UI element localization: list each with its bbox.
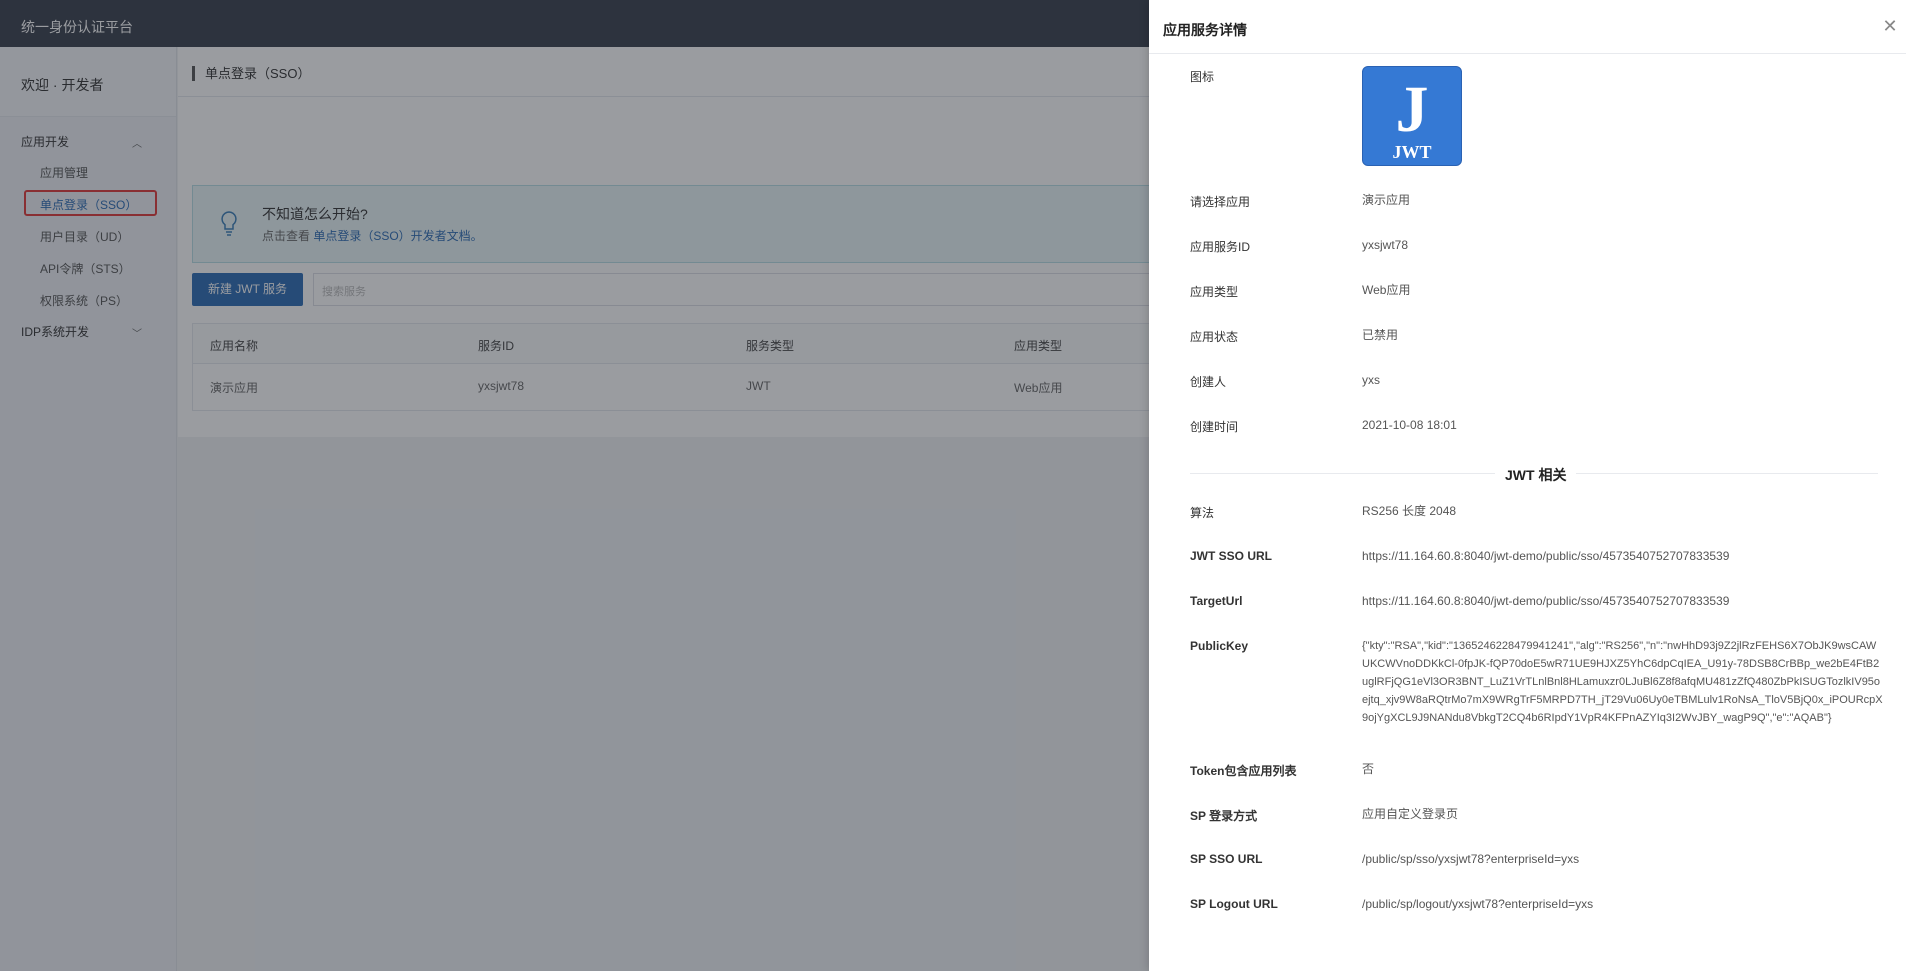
close-icon[interactable]: ✕ — [1880, 16, 1900, 36]
icon-text: JWT — [1392, 142, 1432, 162]
field-label: 应用服务ID — [1190, 240, 1251, 254]
field-label: JWT SSO URL — [1190, 549, 1273, 563]
field-value: 演示应用 — [1362, 193, 1411, 207]
field-value: Web应用 — [1362, 283, 1411, 297]
status-value: 已禁用 — [1362, 328, 1399, 342]
field-value: 2021-10-08 18:01 — [1362, 418, 1457, 432]
field-label: 算法 — [1190, 506, 1215, 520]
icon-letter: J — [1395, 73, 1429, 146]
service-detail-drawer: 应用服务详情 ✕ 图标 J JWT 请选择应用 演示应用 应用服务ID yxsj… — [1149, 0, 1906, 971]
field-label: Token包含应用列表 — [1190, 764, 1297, 778]
drawer-header: 应用服务详情 ✕ — [1149, 0, 1906, 54]
field-label: TargetUrl — [1190, 594, 1243, 608]
section-title: JWT 相关 — [1495, 465, 1577, 485]
field-value: https://11.164.60.8:8040/jwt-demo/public… — [1362, 549, 1730, 563]
field-label: 图标 — [1190, 70, 1215, 84]
app-jwt-icon: J JWT — [1362, 66, 1462, 166]
modal-overlay[interactable] — [0, 0, 1149, 971]
field-label: 请选择应用 — [1190, 195, 1251, 209]
field-value: RS256 长度 2048 — [1362, 504, 1457, 518]
field-value: https://11.164.60.8:8040/jwt-demo/public… — [1362, 594, 1730, 608]
field-value: /public/sp/sso/yxsjwt78?enterpriseId=yxs — [1362, 852, 1580, 866]
field-value: yxs — [1362, 373, 1380, 387]
field-label: 创建人 — [1190, 375, 1227, 389]
field-label: 应用类型 — [1190, 285, 1239, 299]
field-label: SP Logout URL — [1190, 897, 1278, 911]
field-value: /public/sp/logout/yxsjwt78?enterpriseId=… — [1362, 897, 1594, 911]
public-key-value: {"kty":"RSA","kid":"1365246228479941241"… — [1362, 640, 1883, 724]
field-label: 应用状态 — [1190, 330, 1239, 344]
field-label: 创建时间 — [1190, 420, 1239, 434]
field-value: 应用自定义登录页 — [1362, 807, 1459, 821]
field-value: yxsjwt78 — [1362, 238, 1409, 252]
field-label: SP SSO URL — [1190, 852, 1263, 866]
field-value: 否 — [1362, 762, 1375, 776]
field-label: SP 登录方式 — [1190, 809, 1258, 823]
field-label: PublicKey — [1190, 639, 1249, 653]
drawer-title: 应用服务详情 — [1163, 22, 1247, 38]
